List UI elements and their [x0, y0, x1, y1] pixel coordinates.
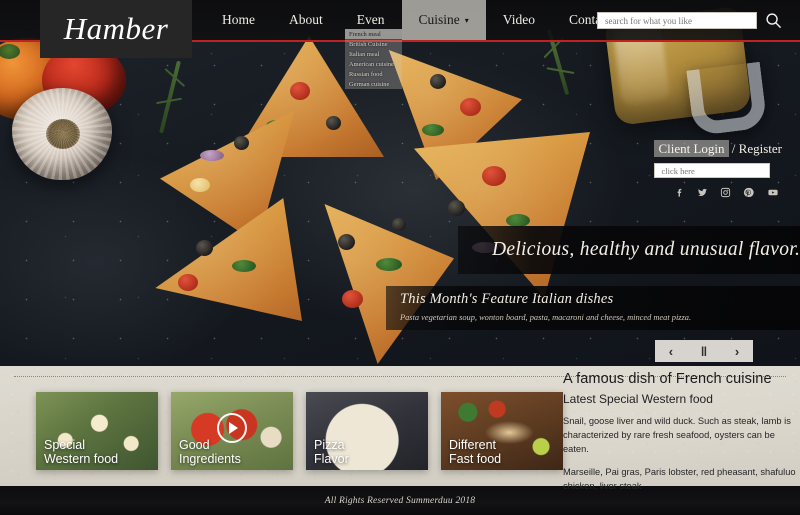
topping-olive — [430, 74, 446, 89]
dish-info-panel: A famous dish of French cuisine Latest S… — [563, 371, 799, 494]
carousel-controls: ‹ ‖ › — [655, 340, 753, 362]
search-icon[interactable] — [765, 12, 782, 29]
nav-item-video[interactable]: Video — [486, 0, 552, 40]
search-box[interactable] — [597, 12, 757, 29]
card-label-line2: Ingredients — [179, 451, 241, 466]
youtube-icon[interactable] — [766, 187, 780, 198]
nav-item-about[interactable]: About — [272, 0, 340, 40]
copyright-text: All Rights Reserved Summerduu 2018 — [324, 495, 476, 506]
topping-pepper — [376, 258, 402, 271]
dish-info-heading: A famous dish of French cuisine — [563, 371, 772, 387]
register-link[interactable]: Register — [739, 141, 782, 156]
carousel-prev-button[interactable]: ‹ — [669, 345, 673, 358]
nav-label: Even — [356, 12, 385, 27]
card-label: Different Fast food — [449, 438, 502, 466]
dropdown-item-russian-food[interactable]: Russian food — [345, 69, 402, 79]
topping-tomato — [482, 166, 506, 186]
feature-cards: Special Western food Good Ingredients Pi… — [36, 392, 563, 470]
topping-onion — [200, 150, 224, 161]
nav-item-cuisine[interactable]: Cuisine ▾ — [401, 0, 486, 40]
topping-olive — [338, 234, 355, 250]
nav-label: Cuisine — [418, 12, 460, 27]
topping-olive — [196, 240, 213, 256]
topping-olive — [234, 136, 249, 150]
cuisine-dropdown-menu: French meal British Cuisine Italian meal… — [345, 29, 402, 89]
topping-pepper — [232, 260, 256, 272]
nav-item-home[interactable]: Home — [205, 0, 272, 40]
brand-logo[interactable]: Hamber — [40, 0, 192, 58]
card-label: Special Western food — [44, 438, 119, 466]
topping-cheese — [190, 178, 210, 192]
dish-info-paragraph-1: Snail, goose liver and wild duck. Such a… — [563, 416, 791, 454]
dropdown-body: British Cuisine Italian meal American cu… — [345, 39, 402, 89]
dropdown-item-german-cuisine[interactable]: German cuisine — [345, 79, 402, 89]
card-pizza-flavor[interactable]: Pizza Flavor — [306, 392, 428, 470]
click-here-box[interactable] — [654, 163, 771, 178]
client-login-row: Client Login / Register — [654, 140, 782, 157]
card-special-western-food[interactable]: Special Western food — [36, 392, 158, 470]
pinterest-icon[interactable] — [743, 187, 754, 198]
client-login-block: Client Login / Register — [654, 140, 782, 198]
card-label-line1: Pizza — [314, 438, 345, 452]
nav-label: About — [289, 12, 323, 27]
card-label-line2: Fast food — [449, 451, 502, 466]
card-label-line2: Western food — [44, 451, 119, 466]
topping-tomato — [460, 98, 481, 116]
topping-tomato — [290, 82, 310, 100]
brand-logo-text: Hamber — [63, 11, 169, 46]
topping-olive — [448, 200, 465, 216]
page-root: Delicious, healthy and unusual flavor. T… — [0, 0, 800, 515]
topping-pepper — [422, 124, 444, 136]
carousel-next-button[interactable]: › — [735, 345, 739, 358]
search-input[interactable] — [605, 15, 756, 26]
feature-dishes-panel: This Month's Feature Italian dishes Past… — [386, 286, 800, 330]
dish-info-subheading: Latest Special Western food — [563, 392, 713, 406]
topping-olive — [392, 218, 406, 231]
garlic-texture — [12, 88, 112, 180]
social-links — [654, 187, 782, 198]
card-label-line2: Flavor — [314, 451, 349, 466]
nav-label: Home — [222, 12, 255, 27]
card-good-ingredients[interactable]: Good Ingredients — [171, 392, 293, 470]
card-label: Good Ingredients — [179, 438, 241, 466]
login-separator: / — [728, 141, 739, 156]
pizza-slice — [324, 204, 454, 364]
card-different-fast-food[interactable]: Different Fast food — [441, 392, 563, 470]
hero-tagline-panel: Delicious, healthy and unusual flavor. — [458, 226, 800, 274]
main-navigation: Home About Even Cuisine ▾ Video Contact — [205, 0, 628, 40]
facebook-icon[interactable] — [674, 187, 685, 198]
search-area — [597, 12, 782, 29]
feature-dishes-subtitle: Pasta vegetarian soup, wonton board, pas… — [400, 313, 692, 322]
card-label: Pizza Flavor — [314, 438, 349, 466]
nav-label: Video — [502, 12, 535, 27]
dish-info-paragraph-2: Marseille, Pai gras, Paris lobster, red … — [563, 466, 796, 491]
chevron-down-icon: ▾ — [464, 15, 469, 25]
carousel-pause-button[interactable]: ‖ — [701, 345, 707, 358]
dropdown-item-italian-meal[interactable]: Italian meal — [345, 49, 402, 59]
feature-dishes-title: This Month's Feature Italian dishes — [400, 291, 614, 307]
instagram-icon[interactable] — [720, 187, 731, 198]
dropdown-item-british-cuisine[interactable]: British Cuisine — [345, 39, 402, 49]
play-icon[interactable] — [217, 412, 247, 443]
hero-tagline-text: Delicious, healthy and unusual flavor. — [492, 239, 800, 260]
dropdown-item-french-meal[interactable]: French meal — [345, 29, 402, 39]
client-login-link[interactable]: Client Login — [654, 140, 729, 157]
card-label-line1: Special — [44, 438, 85, 452]
topping-olive — [326, 116, 341, 130]
click-here-input[interactable] — [661, 165, 770, 176]
card-label-line1: Different — [449, 438, 497, 452]
twitter-icon[interactable] — [697, 187, 708, 198]
dropdown-item-american-cuisine[interactable]: American cuisine — [345, 59, 402, 69]
topping-tomato — [342, 290, 363, 308]
topping-tomato — [178, 274, 198, 291]
